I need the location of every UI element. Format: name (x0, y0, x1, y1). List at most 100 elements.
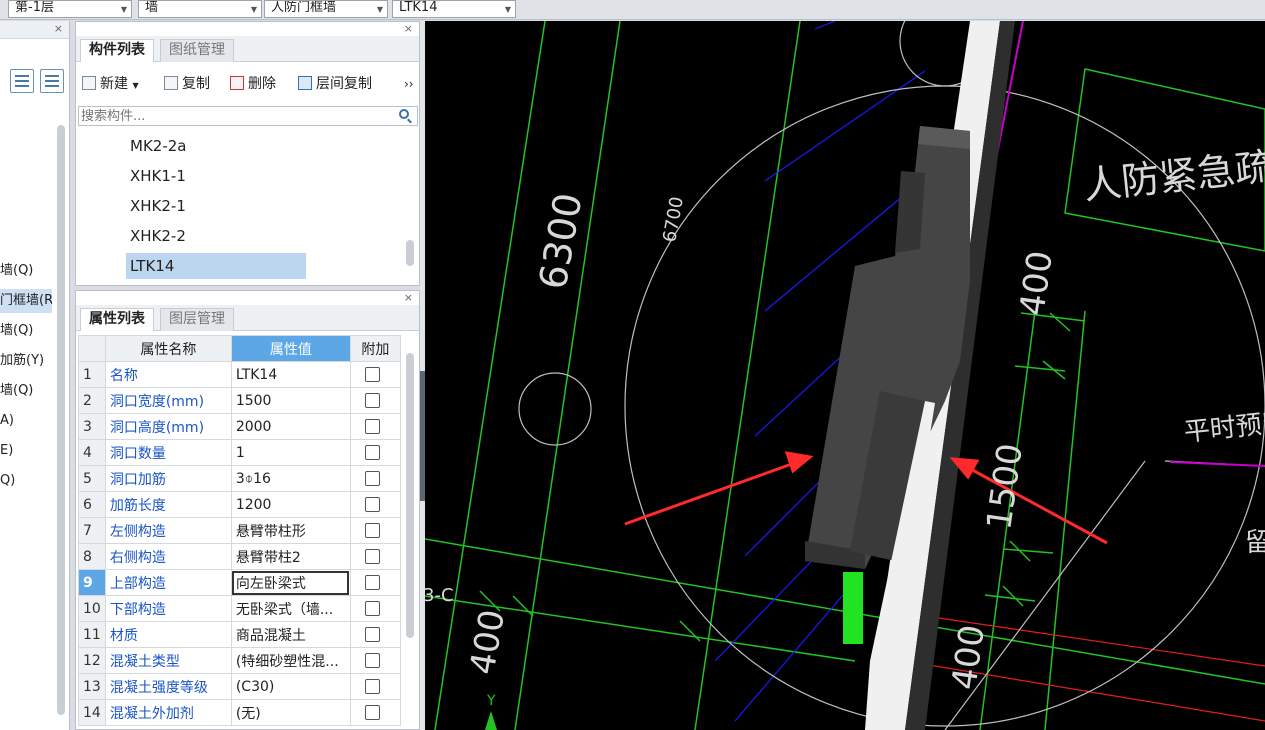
extra-checkbox[interactable] (364, 653, 380, 668)
close-icon[interactable]: × (404, 291, 413, 304)
property-row[interactable]: 7 左侧构造 悬臂带柱形 (78, 517, 401, 544)
property-row[interactable]: 6 加筋长度 1200 (78, 491, 401, 518)
extra-checkbox[interactable] (364, 445, 380, 460)
property-scrollbar[interactable] (406, 353, 414, 638)
extra-checkbox[interactable] (364, 523, 380, 538)
nav-item[interactable]: 墙(Q) (0, 259, 52, 283)
delete-button[interactable]: 删除 (230, 74, 276, 94)
dim-400-label: 400 (1012, 248, 1061, 318)
property-row[interactable]: 4 洞口数量 1 (78, 439, 401, 466)
property-value[interactable]: (C30) (230, 673, 351, 700)
cad-drawing[interactable]: 6300 6700 400 1500 400 400 3-C 人防紧急疏散 平时… (425, 21, 1265, 730)
nav-item-selected[interactable]: 门框墙(R (0, 289, 52, 313)
component-list-item[interactable]: MK2-2a (126, 133, 306, 159)
nav-item[interactable]: Q) (0, 469, 52, 493)
nav-item[interactable]: 加筋(Y) (0, 349, 52, 373)
component-list-item[interactable]: XHK1-1 (126, 163, 306, 189)
component-list-item-selected[interactable]: LTK14 (126, 253, 306, 279)
property-value[interactable]: 3⌽16 (230, 465, 351, 492)
extra-checkbox[interactable] (364, 393, 380, 408)
copy-button[interactable]: 复制 (164, 74, 210, 94)
chevron-down-icon: ▼ (504, 5, 511, 14)
property-row[interactable]: 8 右侧构造 悬臂带柱2 (78, 543, 401, 570)
floor-select[interactable]: 第-1层 ▼ (8, 0, 132, 18)
property-value[interactable]: 1200 (230, 491, 351, 518)
extra-checkbox[interactable] (364, 471, 380, 486)
property-extra (349, 621, 401, 648)
extra-checkbox[interactable] (364, 549, 380, 564)
subtype-select-value: 人防门框墙 (271, 0, 337, 15)
close-icon[interactable]: × (404, 22, 413, 35)
property-value[interactable]: 商品混凝土 (230, 621, 351, 648)
search-icon[interactable] (399, 109, 409, 119)
floor-copy-button[interactable]: 层间复制 (298, 74, 372, 94)
nav-scrollbar[interactable] (57, 125, 65, 715)
nav-item[interactable]: 墙(Q) (0, 319, 52, 343)
tab-drawing-management[interactable]: 图纸管理 (160, 39, 234, 62)
property-value[interactable]: 1 (230, 439, 351, 466)
property-value[interactable]: (无) (230, 699, 351, 726)
property-value[interactable]: 向左卧梁式 (230, 569, 351, 596)
property-row[interactable]: 2 洞口宽度(mm) 1500 (78, 387, 401, 414)
search-input[interactable] (79, 107, 379, 125)
category-select[interactable]: 墙 ▼ (138, 0, 262, 18)
tab-layer-management[interactable]: 图层管理 (160, 308, 234, 331)
cad-viewport[interactable]: 6300 6700 400 1500 400 400 3-C 人防紧急疏散 平时… (425, 21, 1265, 730)
nav-item[interactable]: A) (0, 409, 52, 433)
property-value[interactable]: 悬臂带柱形 (230, 517, 351, 544)
property-row[interactable]: 13 混凝土强度等级 (C30) (78, 673, 401, 700)
component-list-item[interactable]: XHK2-1 (126, 193, 306, 219)
component-select[interactable]: LTK14 ▼ (392, 0, 516, 18)
property-value[interactable]: 2000 (230, 413, 351, 440)
property-row[interactable]: 12 混凝土类型 (特细砂塑性混... (78, 647, 401, 674)
toolbar-more-button[interactable]: ›› (404, 74, 414, 94)
extra-checkbox[interactable] (364, 601, 380, 616)
property-extra (349, 491, 401, 518)
component-list-item[interactable]: XHK2-2 (126, 223, 306, 249)
property-value[interactable]: 悬臂带柱2 (230, 543, 351, 570)
nav-panel-header: × (0, 21, 69, 39)
property-name: 洞口数量 (104, 439, 232, 466)
property-value[interactable]: (特细砂塑性混... (230, 647, 351, 674)
property-row[interactable]: 1 名称 LTK14 (78, 361, 401, 388)
list-view-icon[interactable] (10, 69, 34, 93)
floor-select-value: 第-1层 (15, 0, 54, 15)
property-row[interactable]: 11 材质 商品混凝土 (78, 621, 401, 648)
extra-checkbox[interactable] (364, 497, 380, 512)
property-name: 名称 (104, 361, 232, 388)
extra-checkbox[interactable] (364, 419, 380, 434)
property-value[interactable]: 无卧梁式（墙... (230, 595, 351, 622)
property-row[interactable]: 10 下部构造 无卧梁式（墙... (78, 595, 401, 622)
row-index: 10 (78, 595, 106, 622)
extra-checkbox[interactable] (364, 627, 380, 642)
extra-checkbox[interactable] (364, 679, 380, 694)
property-row[interactable]: 14 混凝土外加剂 (无) (78, 699, 401, 726)
extra-checkbox[interactable] (364, 705, 380, 720)
tab-property-list[interactable]: 属性列表 (80, 308, 154, 331)
property-panel: × 属性列表 图层管理 属性名称 属性值 附加 1 名称 LTK14 2 洞口宽度(mm… (75, 290, 420, 730)
close-icon[interactable]: × (54, 22, 63, 35)
extra-checkbox[interactable] (364, 575, 380, 590)
detail-view-icon[interactable] (40, 69, 64, 93)
property-value[interactable]: LTK14 (230, 361, 351, 388)
new-button[interactable]: 新建 ▼ (82, 74, 139, 94)
floor-copy-button-label: 层间复制 (316, 76, 372, 92)
nav-item[interactable]: E) (0, 439, 52, 463)
property-row[interactable]: 9 上部构造 向左卧梁式 (78, 569, 401, 596)
property-extra (349, 465, 401, 492)
component-search[interactable] (78, 106, 418, 126)
copy-button-label: 复制 (182, 76, 210, 92)
extra-checkbox[interactable] (364, 367, 380, 382)
property-row[interactable]: 5 洞口加筋 3⌽16 (78, 465, 401, 492)
property-row[interactable]: 3 洞口高度(mm) 2000 (78, 413, 401, 440)
property-name: 左侧构造 (104, 517, 232, 544)
component-list-panel: × 构件列表 图纸管理 新建 ▼ 复制 删除 层间复制 ›› MK2-2a XH… (75, 21, 420, 286)
component-list-scrollbar[interactable] (406, 240, 414, 266)
property-value[interactable]: 1500 (230, 387, 351, 414)
subtype-select[interactable]: 人防门框墙 ▼ (264, 0, 388, 18)
nav-item[interactable]: 墙(Q) (0, 379, 52, 403)
index-header (78, 335, 106, 362)
floor-copy-icon (298, 76, 312, 90)
property-name: 材质 (104, 621, 232, 648)
tab-component-list[interactable]: 构件列表 (80, 39, 154, 62)
